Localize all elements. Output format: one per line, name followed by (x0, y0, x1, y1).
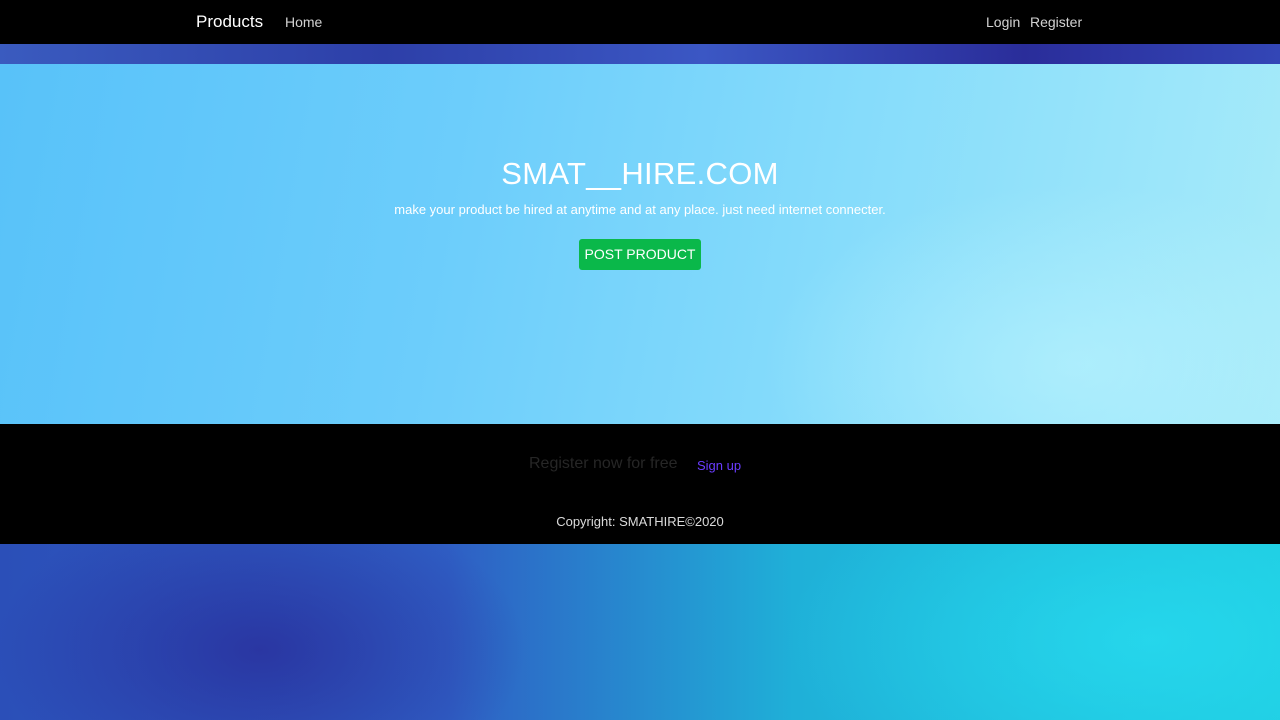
nav-register-link[interactable]: Register (1030, 13, 1082, 31)
copyright-text: Copyright: SMATHIRE©2020 (556, 514, 724, 529)
hero-section: SMAT__HIRE.COM make your product be hire… (0, 64, 1280, 424)
navbar-brand[interactable]: Products (196, 12, 263, 32)
footer: Register now for free Sign up Copyright:… (0, 424, 1280, 544)
hero-title: SMAT__HIRE.COM (501, 156, 779, 191)
register-cta-text: Register now for free (529, 455, 678, 472)
hero-subtitle: make your product be hired at anytime an… (394, 202, 886, 217)
signup-link[interactable]: Sign up (697, 458, 741, 474)
top-navbar: Products Home Login Register (0, 0, 1280, 44)
nav-login-link[interactable]: Login (986, 13, 1020, 31)
post-product-button[interactable]: POST PRODUCT (579, 239, 701, 270)
nav-home-link[interactable]: Home (285, 13, 322, 31)
background-band (0, 44, 1280, 64)
